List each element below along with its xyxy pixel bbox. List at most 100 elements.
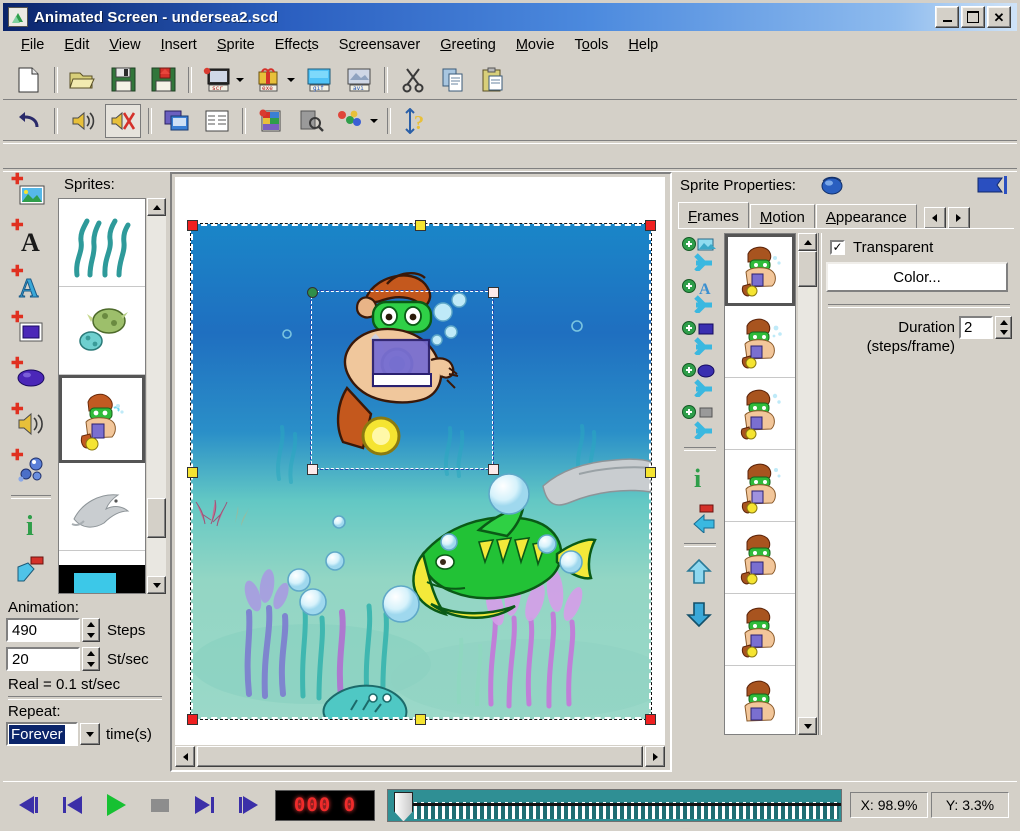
frame-3[interactable] <box>725 378 795 450</box>
add-rectangle-frame-button[interactable] <box>680 317 718 359</box>
frame-6[interactable] <box>725 594 795 666</box>
animation-rate-field[interactable] <box>6 647 80 671</box>
sprite-handle-top-right[interactable] <box>488 287 499 298</box>
add-text-sprite-tool[interactable]: ✚ A <box>9 218 53 262</box>
animation-steps-field[interactable] <box>6 618 80 642</box>
delete-frame-button[interactable] <box>680 497 718 539</box>
frames-scroll-down-button[interactable] <box>798 717 817 735</box>
animation-steps-input[interactable] <box>8 620 78 640</box>
frame-1[interactable] <box>725 234 795 306</box>
play-button[interactable] <box>101 792 131 818</box>
repeat-combobox[interactable]: Forever <box>6 722 78 746</box>
sprites-list[interactable] <box>58 198 146 594</box>
sprites-scrollbar[interactable] <box>147 198 166 594</box>
color-button[interactable]: Color... <box>826 262 1008 292</box>
frames-scrollbar[interactable] <box>798 233 817 735</box>
add-text-frame-button[interactable]: A <box>680 275 718 317</box>
menu-help[interactable]: Help <box>618 34 668 56</box>
step-back-button[interactable] <box>13 792 43 818</box>
timeline-slider[interactable] <box>387 788 842 822</box>
timeline-playhead[interactable] <box>394 791 413 821</box>
new-document-button[interactable] <box>11 63 47 97</box>
canvas-scroll-left-button[interactable] <box>175 746 195 767</box>
animation-steps-stepper[interactable] <box>82 618 100 642</box>
sprite-seaweed[interactable] <box>59 199 145 287</box>
scene-handle-bottom-left[interactable] <box>187 714 198 725</box>
menu-tools[interactable]: Tools <box>565 34 619 56</box>
rewind-to-start-button[interactable] <box>57 792 87 818</box>
zoom-button[interactable] <box>293 104 329 138</box>
frame-5[interactable] <box>725 522 795 594</box>
forward-to-end-button[interactable] <box>189 792 219 818</box>
undo-button[interactable] <box>11 104 47 138</box>
stop-button[interactable] <box>145 792 175 818</box>
frame-2[interactable] <box>725 306 795 378</box>
maximize-button[interactable] <box>961 6 985 28</box>
canvas-horizontal-scrollbar[interactable] <box>175 746 665 767</box>
make-greeting-button[interactable]: exe <box>250 63 286 97</box>
tabs-scroll-right-button[interactable] <box>947 207 970 229</box>
frame-4[interactable] <box>725 450 795 522</box>
scene-handle-bottom-center[interactable] <box>415 714 426 725</box>
sprite-dolphin[interactable] <box>59 463 145 551</box>
menu-view[interactable]: View <box>99 34 150 56</box>
add-image-sprite-tool[interactable]: ✚ <box>9 172 53 216</box>
minimize-button[interactable] <box>935 6 959 28</box>
help-pointer-button[interactable]: ? <box>398 104 434 138</box>
menu-screensaver[interactable]: Screensaver <box>329 34 430 56</box>
scene-handle-top-center[interactable] <box>415 220 426 231</box>
canvas-viewport[interactable] <box>175 177 665 745</box>
add-image-frame-button[interactable] <box>680 233 718 275</box>
sprite-background-tool[interactable] <box>9 548 53 592</box>
menu-effects[interactable]: Effects <box>265 34 329 56</box>
save-as-button[interactable] <box>145 63 181 97</box>
menu-edit[interactable]: Edit <box>54 34 99 56</box>
sprite-diver[interactable] <box>59 375 145 463</box>
sprites-scroll-thumb[interactable] <box>147 498 166 538</box>
scene-handle-top-right[interactable] <box>645 220 656 231</box>
title-bar[interactable]: Animated Screen - undersea2.scd ✕ <box>3 3 1017 31</box>
step-forward-button[interactable] <box>233 792 263 818</box>
menu-greeting[interactable]: Greeting <box>430 34 506 56</box>
sound-off-button[interactable] <box>105 103 141 138</box>
tab-frames[interactable]: Frames <box>678 202 749 229</box>
add-rectangle-sprite-tool[interactable]: ✚ <box>9 310 53 354</box>
add-sound-sprite-tool[interactable]: ✚ <box>9 402 53 446</box>
menu-movie[interactable]: Movie <box>506 34 565 56</box>
menu-insert[interactable]: Insert <box>151 34 207 56</box>
add-ellipse-sprite-tool[interactable]: ✚ <box>9 356 53 400</box>
scene-handle-top-left[interactable] <box>187 220 198 231</box>
export-gif-button[interactable]: gif <box>301 63 337 97</box>
sprites-scroll-down-button[interactable] <box>147 576 166 594</box>
animation-rate-stepper[interactable] <box>82 647 100 671</box>
add-fancy-text-sprite-tool[interactable]: ✚ A <box>9 264 53 308</box>
add-particles-sprite-tool[interactable]: ✚ <box>9 448 53 492</box>
preview-screen-button[interactable] <box>159 104 195 138</box>
scene-handle-middle-right[interactable] <box>645 467 656 478</box>
tabs-scroll-left-button[interactable] <box>923 207 946 229</box>
copy-button[interactable] <box>435 63 471 97</box>
duration-stepper[interactable] <box>995 316 1012 339</box>
effects-dropdown[interactable] <box>368 106 380 136</box>
save-button[interactable] <box>105 63 141 97</box>
cut-button[interactable] <box>395 63 431 97</box>
properties-button[interactable] <box>199 104 235 138</box>
scene-handle-bottom-right[interactable] <box>645 714 656 725</box>
sound-on-button[interactable] <box>65 104 101 138</box>
frames-list[interactable] <box>724 233 796 735</box>
canvas-scroll-thumb[interactable] <box>197 746 643 767</box>
sprite-handle-top-left[interactable] <box>307 287 318 298</box>
sprite-handle-bottom-left[interactable] <box>307 464 318 475</box>
make-screensaver-dropdown[interactable] <box>234 65 246 95</box>
sprite-turtle[interactable] <box>59 287 145 375</box>
menu-sprite[interactable]: Sprite <box>207 34 265 56</box>
move-frame-down-button[interactable] <box>680 593 718 635</box>
add-ellipse-frame-button[interactable] <box>680 359 718 401</box>
repeat-combobox-arrow[interactable] <box>80 723 100 745</box>
frames-scroll-up-button[interactable] <box>798 233 817 251</box>
sprite-handle-bottom-right[interactable] <box>488 464 499 475</box>
move-frame-up-button[interactable] <box>680 551 718 593</box>
duration-input[interactable] <box>961 318 991 337</box>
transparent-checkbox[interactable]: ✓ <box>830 240 845 255</box>
frame-info-button[interactable]: i <box>680 455 718 497</box>
